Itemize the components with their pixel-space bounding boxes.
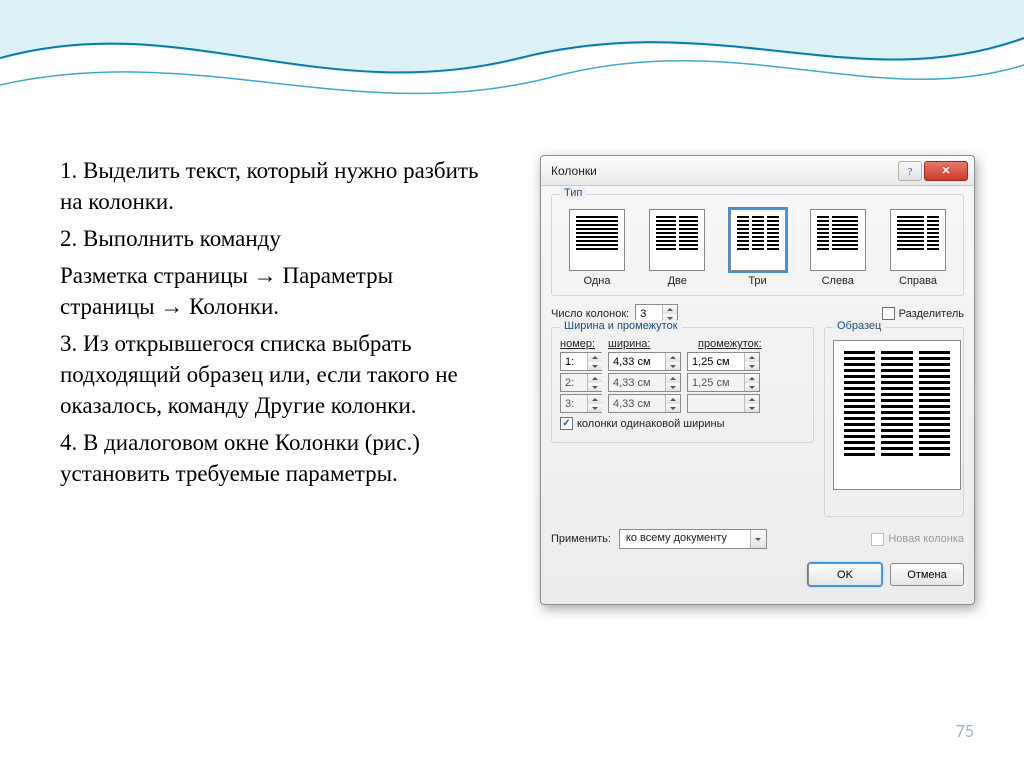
help-icon: ? bbox=[904, 165, 916, 177]
col-hdr-gap: промежуток: bbox=[698, 338, 782, 350]
spin-down-icon bbox=[745, 383, 759, 392]
step-3: 3. Из открывшегося списка выбрать подход… bbox=[60, 328, 485, 421]
apply-value: ко всему документу bbox=[620, 530, 750, 548]
spin-up-icon bbox=[745, 374, 759, 383]
spin-up-icon[interactable] bbox=[745, 353, 759, 362]
row3-num bbox=[560, 394, 602, 413]
checkbox-icon bbox=[871, 533, 884, 546]
apply-label: Применить: bbox=[551, 533, 611, 545]
type-right-label: Справа bbox=[883, 275, 953, 287]
spin-up-icon[interactable] bbox=[666, 353, 680, 362]
width-row-1 bbox=[560, 352, 805, 371]
close-button[interactable]: ✕ bbox=[924, 161, 968, 181]
new-column-label: Новая колонка bbox=[888, 533, 964, 545]
spin-up-icon bbox=[666, 395, 680, 404]
help-button[interactable]: ? bbox=[898, 161, 922, 181]
col-hdr-width: ширина: bbox=[608, 338, 692, 350]
row2-num bbox=[560, 373, 602, 392]
type-group: Тип Одна Две Три Слева bbox=[551, 194, 964, 296]
step-1: 1. Выделить текст, который нужно разбить… bbox=[60, 155, 485, 217]
type-three-label: Три bbox=[723, 275, 793, 287]
checkbox-checked-icon bbox=[560, 417, 573, 430]
spin-down-icon bbox=[588, 404, 602, 413]
spin-down-icon bbox=[588, 383, 602, 392]
row3-gap bbox=[687, 394, 760, 413]
spin-up-icon bbox=[588, 395, 602, 404]
close-icon: ✕ bbox=[941, 164, 950, 177]
separator-checkbox[interactable]: Разделитель bbox=[882, 307, 964, 320]
titlebar[interactable]: Колонки ? ✕ bbox=[541, 156, 974, 186]
separator-label: Разделитель bbox=[899, 308, 964, 320]
col-hdr-num: номер: bbox=[560, 338, 602, 350]
type-three[interactable]: Три bbox=[723, 209, 793, 287]
width-row-3 bbox=[560, 394, 805, 413]
spin-down-icon bbox=[666, 404, 680, 413]
row3-width bbox=[608, 394, 681, 413]
type-right[interactable]: Справа bbox=[883, 209, 953, 287]
spin-up-icon bbox=[745, 395, 759, 404]
width-group-title: Ширина и промежуток bbox=[560, 320, 682, 332]
spin-down-icon bbox=[666, 383, 680, 392]
type-left[interactable]: Слева bbox=[803, 209, 873, 287]
preview-image bbox=[833, 340, 961, 490]
spin-up-icon[interactable] bbox=[588, 353, 602, 362]
checkbox-icon bbox=[882, 307, 895, 320]
dropdown-icon[interactable] bbox=[750, 530, 766, 548]
width-group: Ширина и промежуток номер: ширина: проме… bbox=[551, 327, 814, 443]
row1-width[interactable] bbox=[608, 352, 681, 371]
cancel-button[interactable]: Отмена bbox=[890, 563, 964, 586]
step-4: 4. В диалоговом окне Колонки (рис.) уста… bbox=[60, 427, 485, 489]
preview-group: Образец bbox=[824, 327, 964, 517]
type-one-label: Одна bbox=[562, 275, 632, 287]
type-left-label: Слева bbox=[803, 275, 873, 287]
preview-title: Образец bbox=[833, 320, 885, 332]
spin-down-icon[interactable] bbox=[666, 362, 680, 371]
equal-width-checkbox[interactable]: колонки одинаковой ширины bbox=[560, 417, 725, 430]
spin-down-icon[interactable] bbox=[745, 362, 759, 371]
step-2b: Разметка страницы → Параметры страницы →… bbox=[60, 260, 485, 322]
ok-button[interactable]: OK bbox=[808, 563, 882, 586]
num-cols-label: Число колонок: bbox=[551, 308, 629, 320]
row2-width bbox=[608, 373, 681, 392]
type-two[interactable]: Две bbox=[642, 209, 712, 287]
spin-up-icon bbox=[666, 374, 680, 383]
row1-gap[interactable] bbox=[687, 352, 760, 371]
columns-dialog: Колонки ? ✕ Тип Одна Две Три bbox=[540, 155, 975, 605]
wave-decoration bbox=[0, 0, 1024, 120]
type-two-label: Две bbox=[642, 275, 712, 287]
spin-down-icon bbox=[745, 404, 759, 413]
spin-down-icon[interactable] bbox=[588, 362, 602, 371]
instruction-text: 1. Выделить текст, который нужно разбить… bbox=[60, 155, 485, 495]
svg-text:?: ? bbox=[908, 166, 913, 177]
apply-select[interactable]: ко всему документу bbox=[619, 529, 767, 549]
row1-num[interactable] bbox=[560, 352, 602, 371]
dialog-title: Колонки bbox=[551, 164, 896, 178]
width-row-2 bbox=[560, 373, 805, 392]
type-one[interactable]: Одна bbox=[562, 209, 632, 287]
row2-gap bbox=[687, 373, 760, 392]
equal-width-label: колонки одинаковой ширины bbox=[577, 418, 725, 430]
page-number: 75 bbox=[956, 720, 974, 742]
spin-up-icon[interactable] bbox=[663, 305, 677, 314]
spin-up-icon bbox=[588, 374, 602, 383]
new-column-checkbox: Новая колонка bbox=[871, 533, 964, 546]
type-group-title: Тип bbox=[560, 187, 586, 199]
step-2a: 2. Выполнить команду bbox=[60, 223, 485, 254]
